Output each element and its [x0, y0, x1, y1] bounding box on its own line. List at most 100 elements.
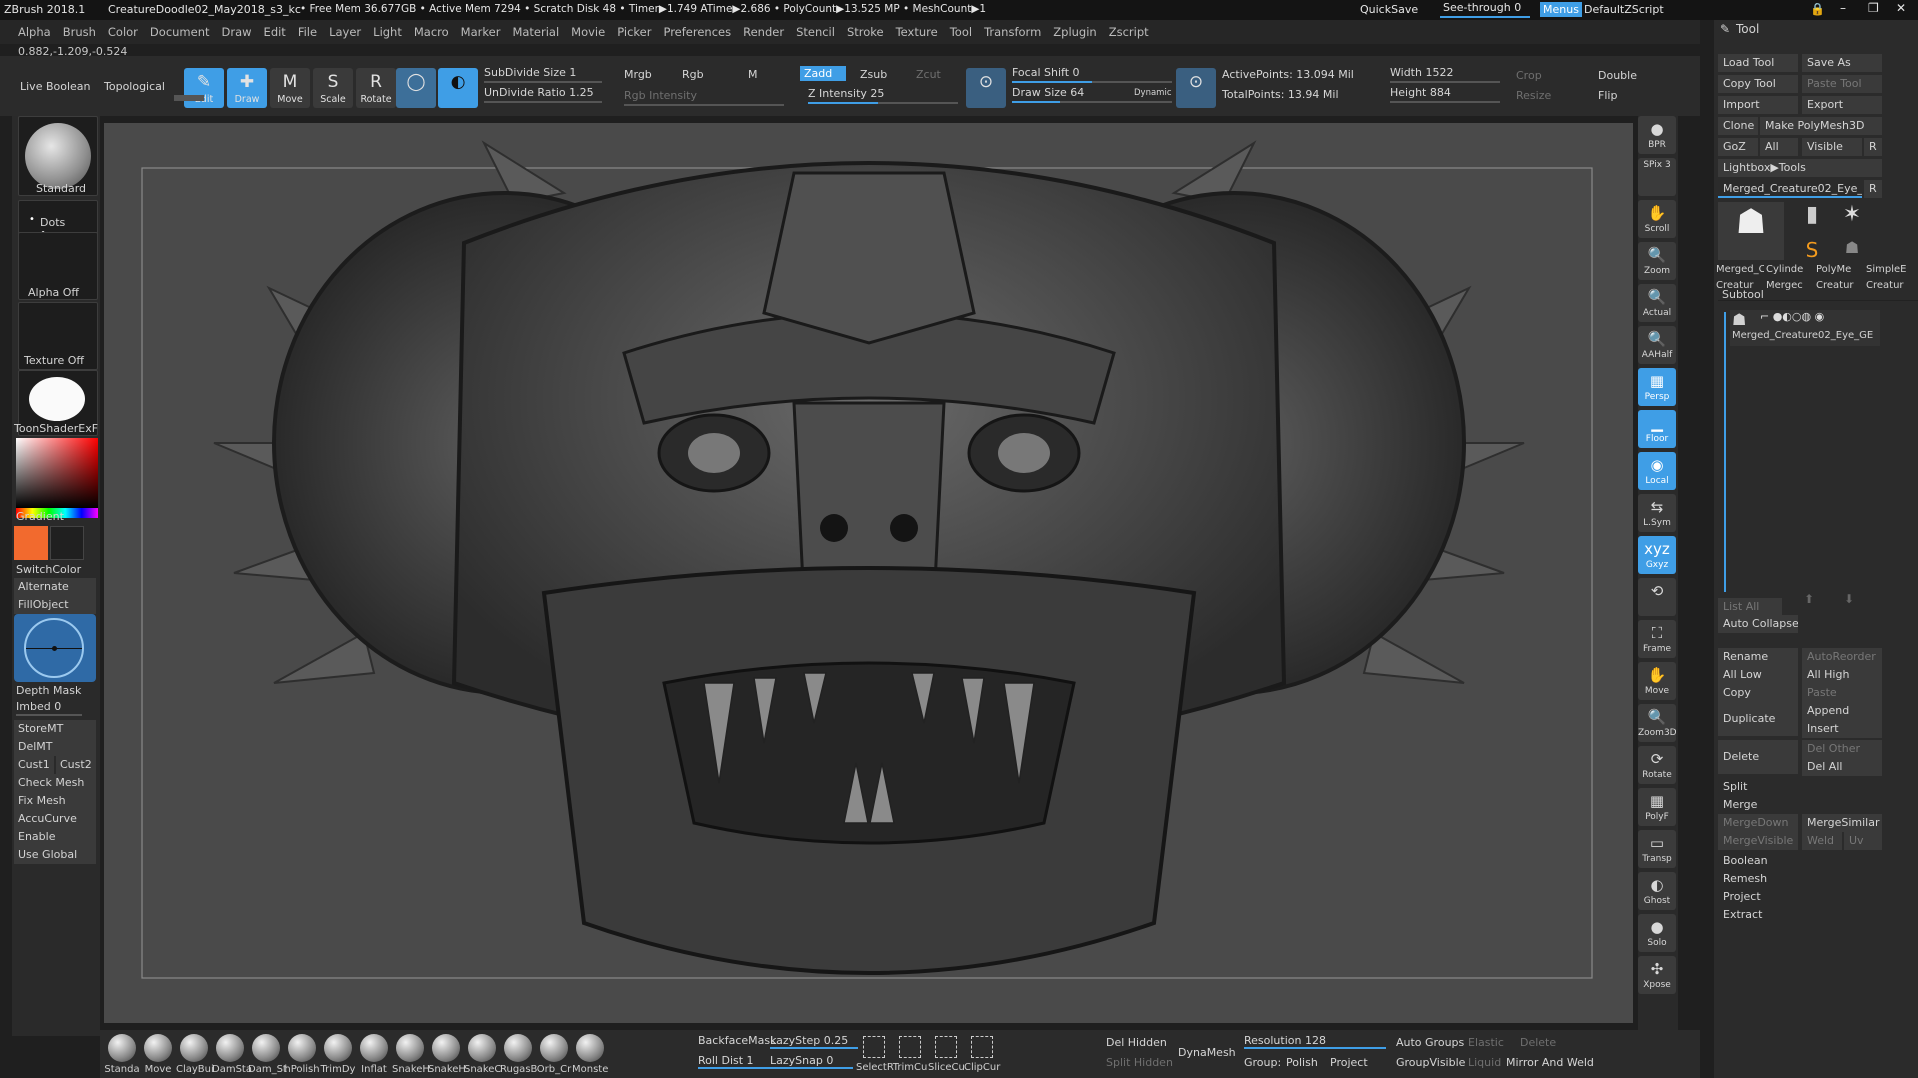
focal-shift-slider[interactable]: Focal Shift 0 [1012, 66, 1080, 79]
clone-button[interactable]: Clone [1718, 117, 1758, 135]
tool-thumb-creature-icon[interactable]: ☗ [1834, 238, 1870, 262]
focal-shift-icon[interactable]: ⊙ [966, 68, 1006, 108]
goz-button[interactable]: GoZ [1718, 138, 1758, 156]
brush-standa-button[interactable]: Standa [104, 1034, 140, 1075]
document-height-slider[interactable]: Height 884 [1390, 86, 1451, 99]
brush-orb_cr-button[interactable]: Orb_Cr [536, 1034, 572, 1075]
copy-subtool-button[interactable]: Copy [1718, 684, 1798, 702]
zsub-button[interactable]: Zsub [860, 68, 887, 81]
menu-render[interactable]: Render [737, 20, 790, 44]
brush-snakeh-button[interactable]: SnakeH [428, 1034, 466, 1075]
menu-alpha[interactable]: Alpha [12, 20, 57, 44]
view-bpr-button[interactable]: ● BPR [1638, 116, 1676, 154]
menu-zscript[interactable]: Zscript [1103, 20, 1155, 44]
menu-stencil[interactable]: Stencil [790, 20, 841, 44]
see-through-slider[interactable]: See-through 0 [1440, 1, 1530, 18]
brush-move-button[interactable]: Move [140, 1034, 176, 1075]
append-button[interactable]: Append [1802, 702, 1882, 720]
menu-picker[interactable]: Picker [611, 20, 657, 44]
view-zoom3d-button[interactable]: 🔍 Zoom3D [1638, 704, 1677, 742]
view-local-button[interactable]: ◉ Local [1638, 452, 1676, 490]
canvas-viewport[interactable] [104, 123, 1633, 1023]
depth-mask-control[interactable] [14, 614, 96, 682]
menu-stroke[interactable]: Stroke [841, 20, 890, 44]
tool-move-button[interactable]: M Move [270, 68, 310, 108]
brush-rugasb-button[interactable]: RugasB [500, 1034, 537, 1075]
tool-thumb-label[interactable]: PolyMe [1816, 264, 1864, 276]
tool-thumb-label[interactable]: Creatur [1816, 280, 1864, 292]
quicksave-button[interactable]: QuickSave [1360, 3, 1418, 16]
double-button[interactable]: Double [1598, 69, 1637, 82]
brush-monste-button[interactable]: Monste [572, 1034, 608, 1075]
view-rotate-button[interactable]: ⟳ Rotate [1638, 746, 1676, 784]
tool-draw-button[interactable]: ✚ Draw [227, 68, 267, 108]
elastic-button[interactable]: Elastic [1468, 1036, 1504, 1049]
check-mesh-button[interactable]: Check Mesh In [14, 774, 96, 807]
view-xpose-button[interactable]: ✣ Xpose [1638, 956, 1676, 994]
view-solo-button[interactable]: ● Solo [1638, 914, 1676, 952]
project-section[interactable]: Project [1718, 888, 1882, 906]
enable-button[interactable]: Enable [14, 828, 96, 846]
menu-file[interactable]: File [292, 20, 323, 44]
menu-edit[interactable]: Edit [258, 20, 292, 44]
del-mt-button[interactable]: DelMT [14, 738, 96, 756]
menu-movie[interactable]: Movie [565, 20, 611, 44]
tool-panel-title[interactable]: Tool [1736, 22, 1759, 36]
menu-material[interactable]: Material [506, 20, 565, 44]
store-mt-button[interactable]: StoreMT [14, 720, 96, 738]
import-button[interactable]: Import [1718, 96, 1798, 114]
copy-tool-button[interactable]: Copy Tool [1718, 75, 1798, 93]
menu-macro[interactable]: Macro [408, 20, 455, 44]
menu-transform[interactable]: Transform [978, 20, 1047, 44]
primary-color-swatch[interactable] [14, 526, 48, 560]
use-global-button[interactable]: Use Global [14, 846, 96, 864]
lazy-snap-slider[interactable]: LazySnap 0 [770, 1054, 854, 1069]
select-slicecu-button[interactable]: SliceCu [928, 1034, 965, 1073]
zadd-button[interactable]: Zadd [800, 66, 847, 81]
tool-thumb-simplebrush-icon[interactable]: S [1794, 238, 1830, 262]
menu-texture[interactable]: Texture [890, 20, 944, 44]
close-icon[interactable]: ✕ [1896, 1, 1906, 15]
menu-brush[interactable]: Brush [57, 20, 102, 44]
export-button[interactable]: Export [1802, 96, 1882, 114]
menu-marker[interactable]: Marker [455, 20, 507, 44]
resize-button[interactable]: Resize [1516, 89, 1551, 102]
tool-thumb-bust-icon[interactable]: ☗ [1718, 202, 1784, 260]
default-script[interactable]: DefaultZScript [1584, 3, 1664, 16]
subdivide-size-slider[interactable]: SubDivide Size 1 [484, 66, 576, 79]
brush-inflat-button[interactable]: Inflat [356, 1034, 392, 1075]
load-tool-button[interactable]: Load Tool [1718, 54, 1798, 72]
list-all-button[interactable]: List All [1718, 598, 1782, 616]
imbed-slider[interactable]: Imbed 0 [16, 700, 61, 713]
accucurve-button[interactable]: AccuCurve [14, 810, 96, 828]
tool-thumb-star-icon[interactable]: ✶ [1834, 202, 1870, 232]
tool-thumb-cylinder-icon[interactable]: ▮ [1794, 202, 1830, 232]
minimize-icon[interactable]: – [1840, 1, 1846, 15]
view-spix-3-button[interactable]: SPix 3 [1638, 158, 1676, 196]
tool-rotate-button[interactable]: R Rotate [356, 68, 396, 108]
duplicate-button[interactable]: Duplicate [1718, 702, 1798, 736]
split-section[interactable]: Split [1718, 778, 1882, 796]
select-selectr-button[interactable]: SelectR [856, 1034, 894, 1073]
merge-visible-button[interactable]: MergeVisible [1718, 832, 1798, 850]
lightbox-tools-button[interactable]: Lightbox▶Tools [1718, 159, 1882, 177]
alternate-button[interactable]: Alternate [14, 578, 96, 596]
maximize-icon[interactable]: ❐ [1868, 1, 1879, 15]
view-l-sym-button[interactable]: ⇆ L.Sym [1638, 494, 1676, 532]
flip-button[interactable]: Flip [1598, 89, 1617, 102]
menus-toggle[interactable]: Menus [1540, 2, 1582, 17]
goz-r-button[interactable]: R [1864, 138, 1882, 156]
view-move-button[interactable]: ✋ Move [1638, 662, 1676, 700]
crop-button[interactable]: Crop [1516, 69, 1542, 82]
menu-draw[interactable]: Draw [216, 20, 258, 44]
subtool-visibility-icons[interactable]: ⌐ ●◐○◍ ◉ [1760, 310, 1824, 323]
menu-preferences[interactable]: Preferences [657, 20, 737, 44]
move-up-icon[interactable]: ⬆ [1804, 592, 1814, 606]
roll-dist-slider[interactable]: Roll Dist 1 [698, 1054, 774, 1069]
menu-light[interactable]: Light [367, 20, 408, 44]
auto-collapse-button[interactable]: Auto Collapse [1718, 615, 1798, 633]
fix-mesh-button[interactable]: Fix Mesh [14, 792, 96, 810]
z-intensity-slider[interactable]: Z Intensity 25 [808, 87, 884, 100]
view-floor-button[interactable]: ▁ Floor [1638, 410, 1676, 448]
extract-section[interactable]: Extract [1718, 906, 1882, 924]
